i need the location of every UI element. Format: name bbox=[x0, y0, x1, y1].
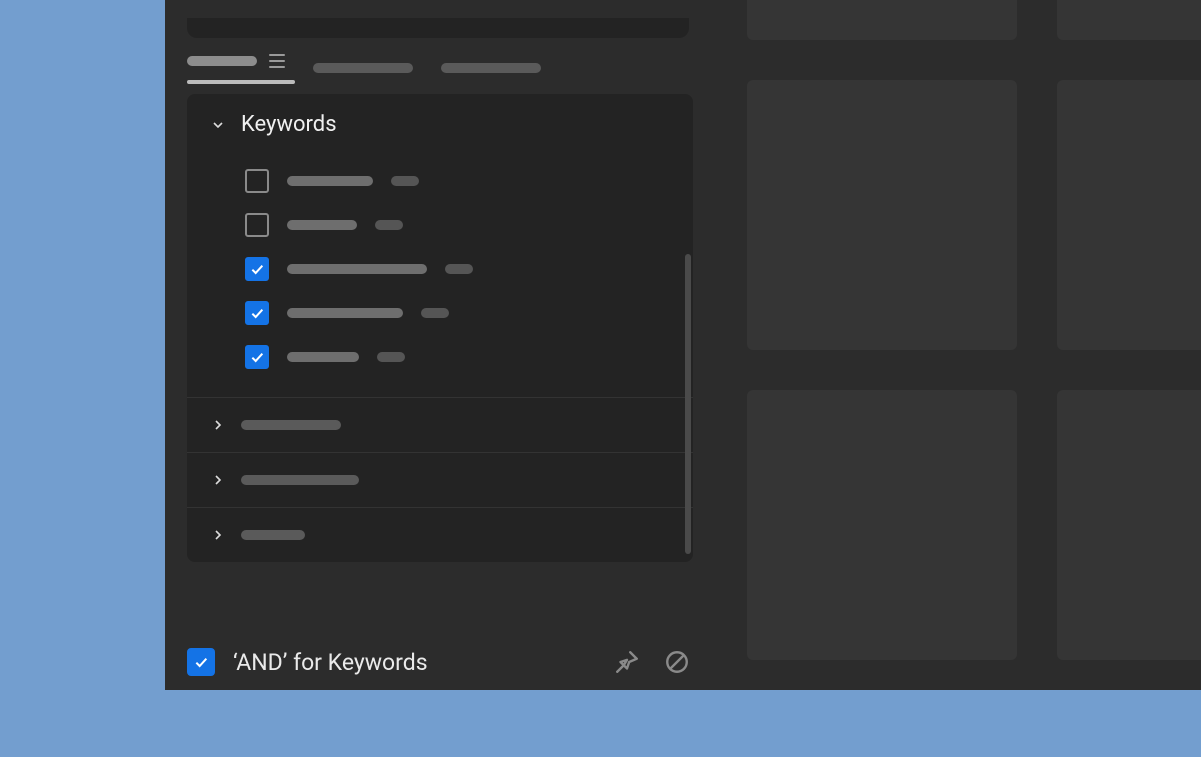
thumbnail[interactable] bbox=[747, 390, 1017, 660]
thumbnail[interactable] bbox=[1057, 390, 1201, 660]
keyword-count bbox=[375, 220, 403, 230]
keyword-count bbox=[445, 264, 473, 274]
keyword-row[interactable] bbox=[187, 203, 693, 247]
filter-sidebar: Keywords ‘AND’ for Keywords bbox=[165, 0, 711, 690]
keyword-label bbox=[287, 264, 427, 274]
chevron-down-icon bbox=[209, 116, 227, 134]
collapsed-section-header[interactable] bbox=[187, 398, 693, 452]
section-keywords: Keywords bbox=[187, 94, 693, 398]
filter-panel: Keywords bbox=[187, 94, 693, 562]
app-window: Keywords ‘AND’ for Keywords bbox=[165, 0, 1201, 690]
pin-icon[interactable] bbox=[611, 646, 643, 678]
keyword-checkbox[interactable] bbox=[245, 257, 269, 281]
keyword-label bbox=[287, 220, 357, 230]
chevron-right-icon bbox=[209, 416, 227, 434]
keyword-checkbox[interactable] bbox=[245, 345, 269, 369]
thumbnail[interactable] bbox=[1057, 80, 1201, 350]
panel-scrollbar[interactable] bbox=[685, 254, 691, 554]
collapsed-section-title bbox=[241, 420, 341, 430]
section-keywords-title: Keywords bbox=[241, 112, 337, 137]
clear-filter-icon[interactable] bbox=[661, 646, 693, 678]
tab-filter[interactable] bbox=[187, 54, 285, 82]
keyword-list bbox=[187, 155, 693, 397]
section-keywords-header[interactable]: Keywords bbox=[187, 94, 693, 155]
collapsed-section bbox=[187, 508, 693, 562]
tab-metadata[interactable] bbox=[313, 63, 413, 73]
collapsed-section-header[interactable] bbox=[187, 453, 693, 507]
chevron-right-icon bbox=[209, 526, 227, 544]
keyword-row[interactable] bbox=[187, 291, 693, 335]
filter-bottom-bar: ‘AND’ for Keywords bbox=[187, 646, 711, 678]
keyword-checkbox[interactable] bbox=[245, 169, 269, 193]
panel-menu-icon[interactable] bbox=[269, 54, 285, 68]
thumbnail-grid[interactable] bbox=[747, 0, 1201, 690]
sidebar-tabs bbox=[165, 38, 711, 80]
keyword-count bbox=[377, 352, 405, 362]
keyword-checkbox[interactable] bbox=[245, 301, 269, 325]
tab-properties[interactable] bbox=[441, 63, 541, 73]
collapsed-section-title bbox=[241, 475, 359, 485]
and-keywords-checkbox[interactable] bbox=[187, 648, 215, 676]
active-tab-underline bbox=[187, 80, 295, 84]
keyword-label bbox=[287, 308, 403, 318]
keyword-count bbox=[421, 308, 449, 318]
chevron-right-icon bbox=[209, 471, 227, 489]
collapsed-section-title bbox=[241, 530, 305, 540]
collapsed-upper-panel[interactable] bbox=[187, 18, 689, 38]
keyword-row[interactable] bbox=[187, 159, 693, 203]
thumbnail-grid-area bbox=[711, 0, 1201, 690]
collapsed-section-header[interactable] bbox=[187, 508, 693, 562]
collapsed-section bbox=[187, 453, 693, 508]
and-keywords-label: ‘AND’ for Keywords bbox=[233, 649, 593, 676]
keyword-row[interactable] bbox=[187, 247, 693, 291]
keyword-row[interactable] bbox=[187, 335, 693, 379]
collapsed-section bbox=[187, 398, 693, 453]
thumbnail[interactable] bbox=[1057, 0, 1201, 40]
keyword-label bbox=[287, 176, 373, 186]
thumbnail[interactable] bbox=[747, 0, 1017, 40]
keyword-checkbox[interactable] bbox=[245, 213, 269, 237]
keyword-count bbox=[391, 176, 419, 186]
tab-filter-label bbox=[187, 56, 257, 66]
keyword-label bbox=[287, 352, 359, 362]
thumbnail[interactable] bbox=[747, 80, 1017, 350]
